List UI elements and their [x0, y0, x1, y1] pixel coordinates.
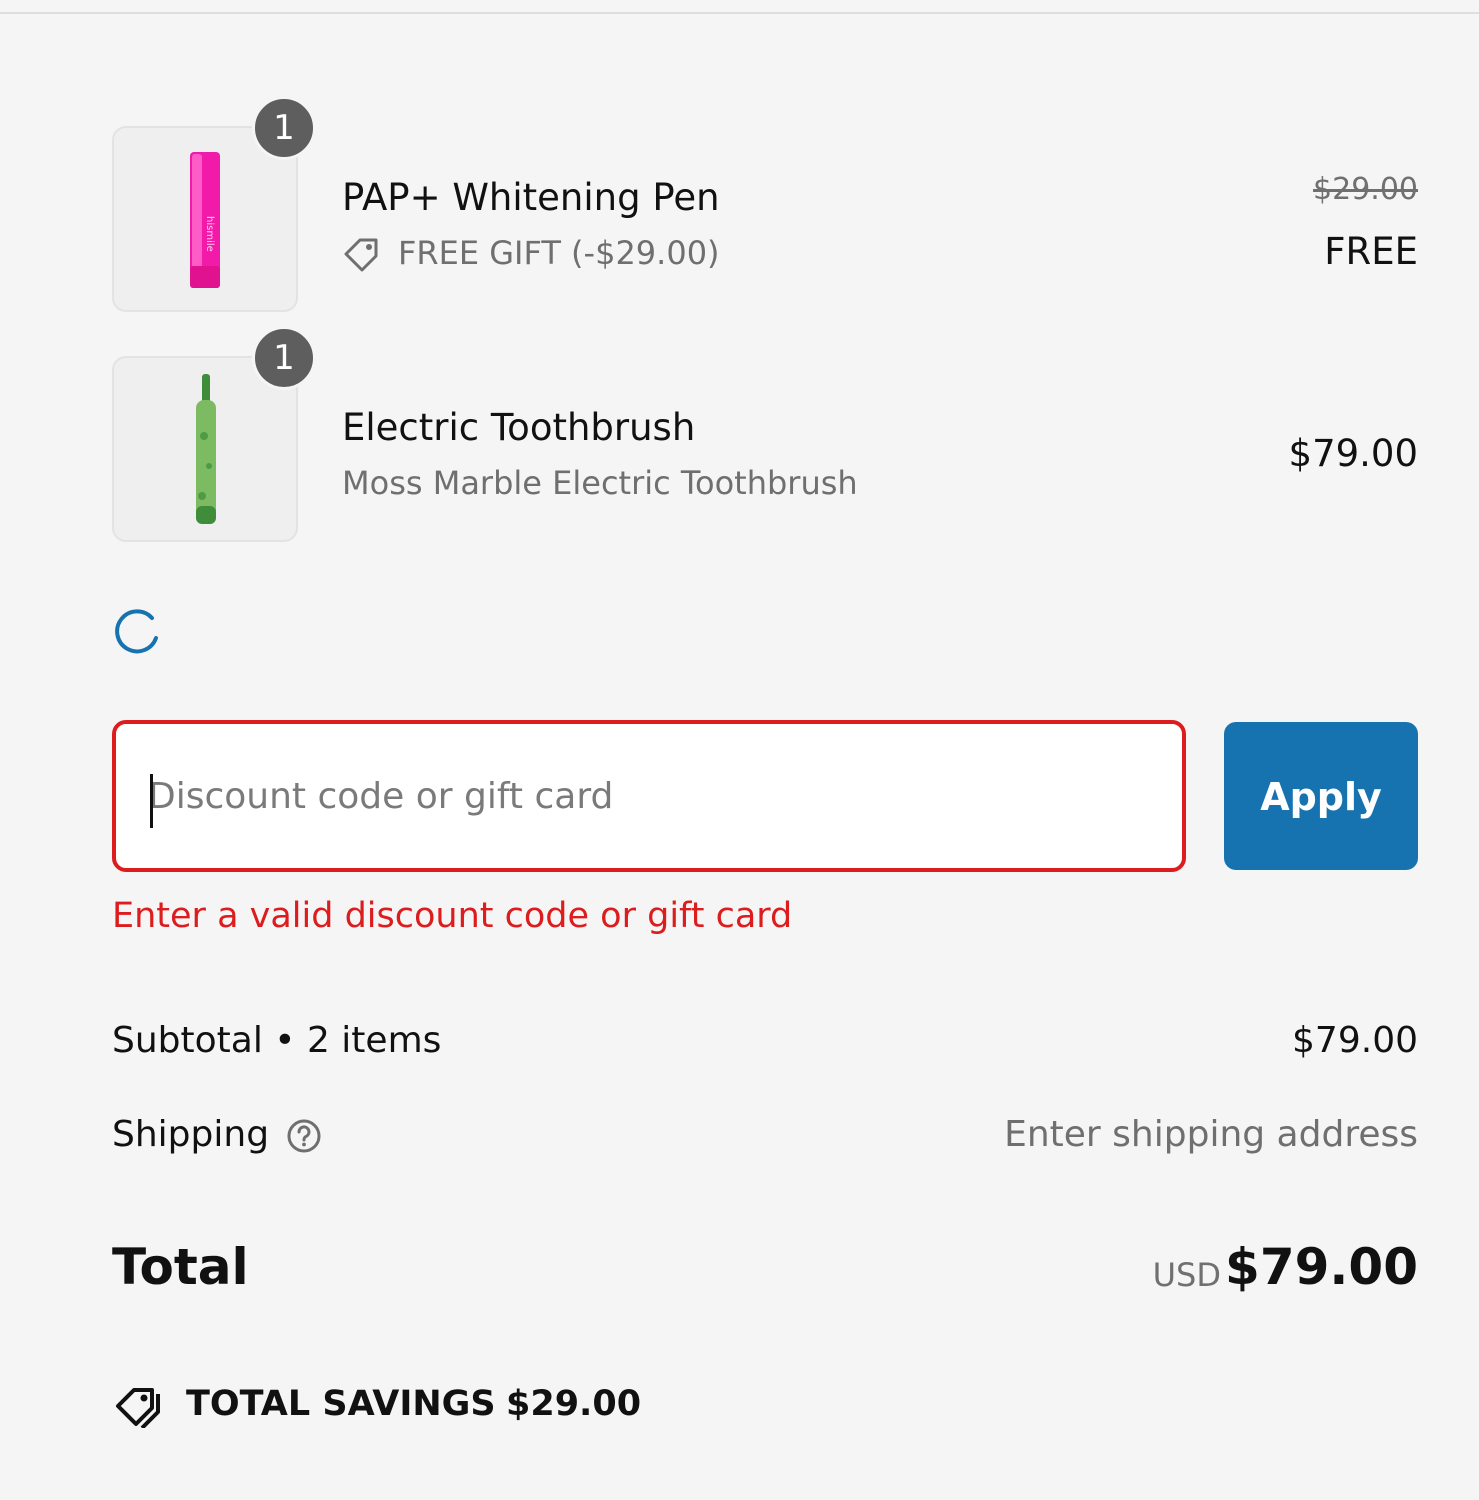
total-savings-amount: $29.00 [506, 1384, 642, 1424]
product-variant: Moss Marble Electric Toothbrush [342, 464, 858, 502]
apply-button[interactable]: Apply [1224, 722, 1418, 870]
discount-code-input[interactable] [148, 724, 1148, 868]
discount-error-message: Enter a valid discount code or gift card [112, 896, 793, 936]
svg-text:hismile: hismile [204, 216, 215, 252]
line-item-whitening-pen: hismile 1 PAP+ Whitening Pen FREE GIFT (… [112, 96, 1418, 312]
quantity-badge: 1 [252, 96, 316, 160]
quantity-badge: 1 [252, 326, 316, 390]
total-savings-label: TOTAL SAVINGS [186, 1384, 496, 1424]
product-name: Electric Toothbrush [342, 406, 696, 449]
discount-code-field[interactable] [112, 720, 1186, 872]
tag-icon [344, 238, 378, 272]
subtotal-label: Subtotal • 2 items [112, 1020, 442, 1061]
original-price: $29.00 [1313, 172, 1418, 207]
line-item-toothbrush: 1 Electric Toothbrush Moss Marble Electr… [112, 326, 1418, 542]
currency-code: USD [1152, 1256, 1221, 1294]
discount-label: FREE GIFT (-$29.00) [398, 234, 720, 272]
shipping-value: Enter shipping address [1004, 1114, 1418, 1155]
top-divider [0, 12, 1479, 14]
line-price: FREE [1324, 230, 1418, 273]
savings-tag-icon [116, 1388, 160, 1428]
loading-spinner-icon [115, 609, 158, 654]
help-icon[interactable] [286, 1118, 322, 1154]
text-caret [150, 774, 153, 828]
shipping-label: Shipping [112, 1114, 270, 1155]
subtotal-value: $79.00 [1292, 1020, 1418, 1061]
total-label: Total [112, 1238, 249, 1296]
product-name: PAP+ Whitening Pen [342, 176, 720, 219]
line-price: $79.00 [1288, 432, 1418, 475]
total-amount: $79.00 [1225, 1238, 1418, 1296]
